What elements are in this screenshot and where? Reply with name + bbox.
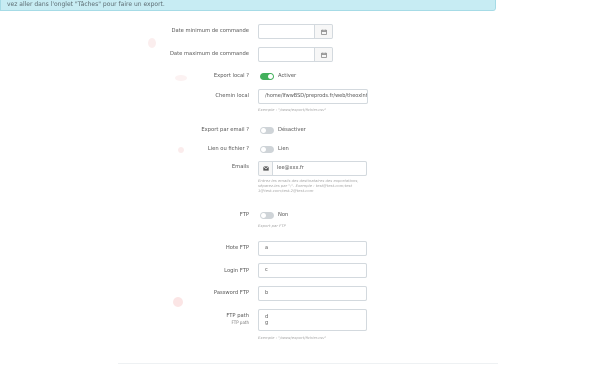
export-local-state: Activer bbox=[278, 73, 297, 79]
footer-divider bbox=[118, 363, 498, 364]
date-max-label: Date maximum de commande bbox=[169, 51, 249, 57]
ftp-label: FTP bbox=[239, 212, 249, 218]
info-banner-text: vez aller dans l'onglet "Tâches" pour fa… bbox=[7, 1, 165, 8]
chemin-local-input[interactable]: /home/lfwwBSD/preprods.fr/web/theoxlnt bbox=[258, 89, 368, 104]
export-email-toggle[interactable] bbox=[260, 127, 274, 134]
watermark-shape bbox=[178, 147, 184, 153]
envelope-icon bbox=[259, 162, 273, 175]
login-ftp-label: Login FTP bbox=[224, 268, 249, 274]
chemin-local-label: Chemin local bbox=[215, 93, 249, 99]
hote-ftp-label: Hote FTP bbox=[225, 245, 249, 251]
lien-fichier-toggle[interactable] bbox=[260, 146, 274, 153]
watermark-shape bbox=[175, 75, 187, 81]
watermark-shape bbox=[173, 297, 183, 307]
export-local-label: Export local ? bbox=[213, 73, 249, 79]
ftp-toggle[interactable] bbox=[260, 212, 274, 219]
info-banner: vez aller dans l'onglet "Tâches" pour fa… bbox=[0, 0, 496, 11]
calendar-icon[interactable] bbox=[314, 48, 332, 61]
password-ftp-label: Password FTP bbox=[213, 290, 249, 296]
export-email-label: Export par email ? bbox=[201, 127, 249, 133]
emails-label: Emails bbox=[231, 164, 249, 170]
export-email-state: Désactiver bbox=[278, 127, 306, 133]
date-max-input[interactable] bbox=[258, 47, 333, 62]
toggle-knob bbox=[268, 74, 273, 79]
lien-fichier-label: Lien ou fichier ? bbox=[207, 146, 249, 152]
ftp-path-sublabel: FTP path bbox=[231, 320, 249, 325]
emails-input[interactable]: lee@xxx.fr bbox=[258, 161, 367, 176]
lien-fichier-state: Lien bbox=[278, 146, 289, 152]
login-ftp-input[interactable]: c bbox=[258, 263, 367, 278]
export-local-toggle[interactable] bbox=[260, 73, 274, 80]
ftp-path-label: FTP path bbox=[226, 313, 249, 319]
watermark-shape bbox=[148, 38, 156, 48]
date-min-label: Date minimum de commande bbox=[171, 28, 249, 34]
ftp-help: Export par FTP bbox=[258, 223, 286, 228]
hote-ftp-input[interactable]: a bbox=[258, 241, 367, 256]
toggle-knob bbox=[261, 147, 266, 152]
ftp-path-textarea[interactable]: d g bbox=[258, 309, 367, 331]
date-min-input[interactable] bbox=[258, 24, 333, 39]
toggle-knob bbox=[261, 213, 266, 218]
calendar-icon[interactable] bbox=[314, 25, 332, 38]
ftp-state: Non bbox=[278, 212, 289, 218]
toggle-knob bbox=[261, 128, 266, 133]
emails-help-3: 1@test.com;test.2@test.com bbox=[258, 188, 314, 193]
password-ftp-input[interactable]: b bbox=[258, 286, 367, 301]
chemin-local-help: Exemple : "/www/export/fichier.csv" bbox=[258, 107, 327, 112]
ftp-path-help: Exemple : "/www/export/fichier.csv" bbox=[258, 335, 327, 340]
